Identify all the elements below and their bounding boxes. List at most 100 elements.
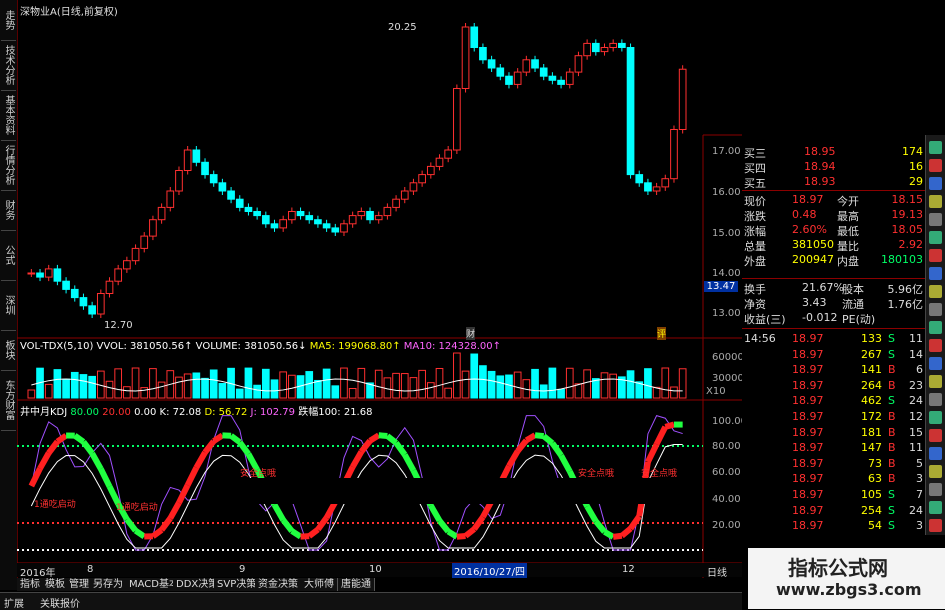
candle-body	[97, 294, 104, 315]
candle-body	[45, 269, 52, 277]
tool-icon[interactable]	[929, 321, 942, 334]
tick-price: 18.97	[792, 363, 824, 376]
fin-tag[interactable]: 财	[466, 327, 475, 340]
volume-bar	[419, 370, 426, 398]
quote-label: 净资	[744, 296, 766, 312]
quote-value: 381050	[792, 238, 834, 251]
candle-body	[645, 183, 652, 191]
quote-label: 最高	[837, 208, 859, 224]
candle-body	[202, 162, 209, 174]
tool-icon[interactable]	[929, 393, 942, 406]
tool-icon[interactable]	[929, 501, 942, 514]
kdj-k-segment	[509, 451, 518, 466]
sidebar-tab[interactable]: 板块	[1, 330, 16, 371]
tool-icon[interactable]	[929, 249, 942, 262]
candle-body	[610, 43, 617, 47]
tool-icon[interactable]	[929, 231, 942, 244]
sidebar-tab[interactable]: 东方财富	[1, 370, 16, 431]
tool-icon[interactable]	[929, 213, 942, 226]
tool-icon[interactable]	[929, 411, 942, 424]
candle-body	[471, 27, 478, 48]
candle-body	[636, 175, 643, 183]
kdj-k-segment	[75, 436, 84, 442]
btn-save-as[interactable]: 另存为	[90, 578, 127, 591]
tool-icon[interactable]	[929, 177, 942, 190]
tick-count: 11	[909, 441, 923, 454]
ob-price: 18.93	[804, 175, 836, 188]
sidebar-tab[interactable]: 走势	[1, 0, 16, 41]
tool-icon[interactable]	[929, 465, 942, 478]
kdj-k-segment	[370, 435, 379, 440]
sidebar-tab[interactable]: 深圳	[1, 280, 16, 331]
volume-bar	[506, 375, 513, 398]
volume-bar	[549, 368, 556, 398]
tick-count: 11	[909, 332, 923, 345]
chart-canvas[interactable]	[17, 0, 742, 578]
btn-master[interactable]: 大师傅	[301, 578, 338, 591]
tool-icon[interactable]	[929, 357, 942, 370]
tool-icon[interactable]	[929, 447, 942, 460]
btn-fund[interactable]: 资金决策	[255, 578, 302, 591]
tick-price: 18.97	[792, 394, 824, 407]
kdj-k-segment	[587, 506, 596, 521]
vol-value: VOLUME: 381050.56↓	[196, 341, 307, 352]
tool-icon[interactable]	[929, 519, 942, 532]
kdj-k-segment	[535, 435, 544, 436]
quote-label: 涨跌	[744, 208, 766, 224]
fin-tag[interactable]: 评	[657, 327, 666, 340]
kdj-k-segment	[605, 532, 614, 537]
btn-tang[interactable]: 唐能通	[338, 578, 375, 591]
period-label[interactable]: 日线	[707, 564, 727, 579]
price-tick: 13.00	[712, 308, 741, 319]
btn-svp[interactable]: SVP决策	[214, 578, 260, 591]
quote-label: 股本	[842, 281, 864, 297]
tick-vol: 133	[854, 332, 882, 345]
kdj-k-segment	[292, 531, 301, 537]
volume-bar	[375, 370, 382, 398]
kdj-k-segment	[275, 505, 284, 520]
tick-price: 18.97	[792, 504, 824, 517]
kdj-k-segment	[622, 529, 631, 536]
sidebar-tab[interactable]: 行情分析	[1, 140, 16, 191]
volume-bar	[662, 368, 669, 398]
volume-bar	[184, 374, 191, 398]
tool-icon[interactable]	[929, 141, 942, 154]
sidebar-tab[interactable]: 技术分析	[1, 40, 16, 91]
candle-body	[427, 166, 434, 174]
ob-vol: 29	[909, 175, 923, 188]
tool-icon[interactable]	[929, 267, 942, 280]
sidebar-tab[interactable]: 公式	[1, 230, 16, 281]
candle-body	[523, 60, 530, 72]
tab-expand[interactable]: 扩展	[4, 595, 24, 610]
kdj-k-segment	[665, 425, 674, 427]
tab-related-quote[interactable]: 关联报价	[40, 595, 80, 610]
candle-body	[393, 199, 400, 207]
candle-body	[315, 220, 322, 224]
tool-icon[interactable]	[929, 429, 942, 442]
tool-icon[interactable]	[929, 303, 942, 316]
sidebar-tab[interactable]: 基本资料	[1, 90, 16, 141]
tool-icon[interactable]	[929, 483, 942, 496]
tool-icon[interactable]	[929, 285, 942, 298]
btn-manage[interactable]: 管理	[66, 578, 93, 591]
quote-value: 200947	[792, 253, 834, 266]
kdj-k-segment	[101, 469, 110, 487]
sidebar-tab[interactable]: 财务	[1, 190, 16, 231]
quote-value: 18.05	[892, 223, 924, 236]
kdj-d: D: 56.72	[204, 407, 247, 418]
tool-icon[interactable]	[929, 159, 942, 172]
kdj-k-segment	[396, 443, 405, 455]
tick-side: S	[888, 504, 895, 517]
tick-count: 3	[916, 472, 923, 485]
kdj-k-segment	[448, 531, 457, 536]
ob-label: 买三	[744, 145, 766, 161]
volume-bar	[80, 375, 87, 398]
btn-template[interactable]: 模板	[42, 578, 69, 591]
tool-icon[interactable]	[929, 375, 942, 388]
volume-bar	[202, 378, 209, 398]
tool-icon[interactable]	[929, 339, 942, 352]
kdj-tick: 80.00	[712, 441, 741, 452]
tool-icon[interactable]	[929, 195, 942, 208]
candle-body	[540, 68, 547, 76]
btn-indicator[interactable]: 指标	[17, 578, 44, 591]
